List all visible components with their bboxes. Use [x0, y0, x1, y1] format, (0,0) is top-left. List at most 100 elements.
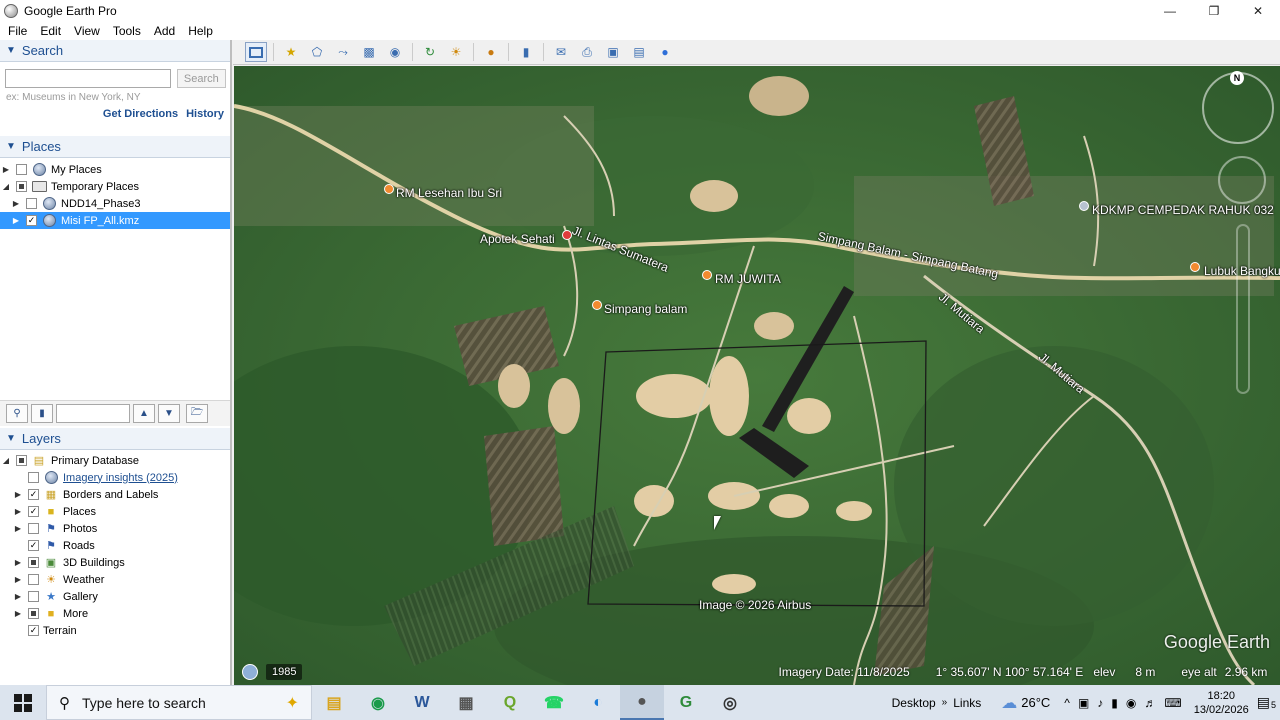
collapse-icon[interactable]: ◢	[0, 182, 12, 191]
expand-icon[interactable]: ▶	[12, 575, 24, 584]
expand-icon[interactable]: ▶	[12, 490, 24, 499]
view-in-maps-button[interactable]: ●	[654, 42, 676, 62]
save-image-button[interactable]: ▣	[602, 42, 624, 62]
checkbox[interactable]	[28, 591, 39, 602]
close-button[interactable]: ✕	[1236, 0, 1280, 22]
historical-year-badge[interactable]: 1985	[266, 664, 303, 680]
checkbox[interactable]	[16, 164, 27, 175]
place-poi-icon[interactable]	[1190, 262, 1200, 272]
tray-expand-icon[interactable]: ^	[1064, 696, 1070, 710]
clock[interactable]: 18:20 13/02/2026	[1194, 689, 1249, 717]
places-filter-input[interactable]	[56, 404, 130, 423]
move-up-button[interactable]: ▲	[133, 404, 155, 423]
sidebar-toggle-button[interactable]	[245, 42, 267, 62]
qgis-icon[interactable]: Q	[488, 685, 532, 720]
checkbox[interactable]	[26, 198, 37, 209]
menu-help[interactable]: Help	[183, 24, 218, 38]
desktop-toolbar[interactable]: Desktop	[892, 696, 936, 710]
restaurant-poi-icon[interactable]	[384, 184, 394, 194]
toggle-panel-button[interactable]: ▮	[31, 404, 53, 423]
print-button[interactable]: ⎙	[576, 42, 598, 62]
expand-icon[interactable]: ▶	[10, 216, 22, 225]
get-directions-link[interactable]: Get Directions	[103, 108, 178, 128]
tray-app-icon[interactable]: ▣	[1078, 696, 1089, 710]
checkbox[interactable]	[28, 523, 39, 534]
expand-icon[interactable]: ▶	[12, 507, 24, 516]
pharmacy-poi-icon[interactable]	[562, 230, 572, 240]
menu-view[interactable]: View	[69, 24, 105, 38]
keyboard-icon[interactable]: ⌨	[1164, 696, 1181, 710]
place-poi-icon[interactable]	[592, 300, 602, 310]
layer-item-gallery[interactable]: ▶ ★ Gallery	[0, 588, 230, 605]
notification-icon[interactable]: ▤ 5	[1257, 694, 1276, 711]
layer-item-3d-buildings[interactable]: ▶ ▣ 3D Buildings	[0, 554, 230, 571]
microphone-icon[interactable]: ♪	[1097, 696, 1103, 710]
history-link[interactable]: History	[186, 108, 224, 128]
checkbox-checked[interactable]: ✓	[28, 506, 39, 517]
layer-item-roads[interactable]: ✓ ⚑ Roads	[0, 537, 230, 554]
volume-icon[interactable]: ♬	[1144, 696, 1156, 710]
layer-item-imagery-insights[interactable]: Imagery insights (2025)	[0, 469, 230, 486]
imagery-insights-link[interactable]: Imagery insights (2025)	[63, 472, 178, 484]
layer-item-weather[interactable]: ▶ ☀ Weather	[0, 571, 230, 588]
google-earth-taskbar-icon[interactable]: ●	[620, 685, 664, 720]
layer-item-photos[interactable]: ▶ ⚑ Photos	[0, 520, 230, 537]
expand-icon[interactable]: ▶	[12, 609, 24, 618]
menu-tools[interactable]: Tools	[108, 24, 146, 38]
layer-item-primary-database[interactable]: ◢ ▤ Primary Database	[0, 452, 230, 469]
file-explorer-icon[interactable]: ▤	[312, 685, 356, 720]
expand-icon[interactable]: ▶	[12, 524, 24, 533]
map-label-rm-lesehan[interactable]: RM Lesehan Ibu Sri	[396, 186, 502, 200]
search-button[interactable]: Search	[176, 69, 226, 88]
battery-icon[interactable]: ▮	[1111, 696, 1118, 710]
layer-item-more[interactable]: ▶ ■ More	[0, 605, 230, 622]
expand-icon[interactable]: ▶	[0, 165, 12, 174]
layer-item-places[interactable]: ▶ ✓ ■ Places	[0, 503, 230, 520]
checkbox-checked[interactable]: ✓	[28, 489, 39, 500]
checkbox[interactable]	[28, 574, 39, 585]
edge-icon[interactable]: ◐	[576, 685, 620, 720]
screen-recorder-icon[interactable]: ◎	[708, 685, 752, 720]
layers-panel-header[interactable]: ▼ Layers	[0, 428, 230, 450]
folder-menu-button[interactable]: 🗁	[186, 404, 208, 423]
place-item-misi-fp[interactable]: ▶ ✓ Misi FP_All.kmz	[0, 212, 230, 229]
copilot-sparkle-icon[interactable]: ✦	[286, 693, 299, 713]
place-item-my-places[interactable]: ▶ My Places	[0, 161, 230, 178]
expand-icon[interactable]: ▶	[12, 592, 24, 601]
zoom-slider[interactable]	[1236, 224, 1250, 394]
layer-item-borders[interactable]: ▶ ✓ ▦ Borders and Labels	[0, 486, 230, 503]
add-path-button[interactable]: ⤳	[332, 42, 354, 62]
toolbar-overflow-icon[interactable]: »	[942, 697, 948, 708]
checkbox[interactable]	[28, 608, 39, 619]
search-panel-header[interactable]: ▼ Search	[0, 40, 230, 62]
pin-poi-icon[interactable]	[1079, 201, 1089, 211]
record-tour-button[interactable]: ◉	[384, 42, 406, 62]
move-down-button[interactable]: ▼	[158, 404, 180, 423]
email-button[interactable]: ✉	[550, 42, 572, 62]
menu-add[interactable]: Add	[149, 24, 180, 38]
compass-north-icon[interactable]: N	[1230, 71, 1244, 85]
place-item-ndd14[interactable]: ▶ NDD14_Phase3	[0, 195, 230, 212]
map-label-rm-juwita[interactable]: RM JUWITA	[715, 272, 781, 286]
add-polygon-button[interactable]: ⬠	[306, 42, 328, 62]
map-label-kdkmp[interactable]: KDKMP CEMPEDAK RAHUK 032	[1092, 203, 1274, 217]
checkbox[interactable]	[28, 472, 39, 483]
word-icon[interactable]: W	[400, 685, 444, 720]
search-input[interactable]	[5, 69, 171, 88]
minimize-button[interactable]: —	[1148, 0, 1192, 22]
add-overlay-button[interactable]: ▩	[358, 42, 380, 62]
google-earth-2-icon[interactable]: G	[664, 685, 708, 720]
menu-edit[interactable]: Edit	[35, 24, 66, 38]
collapse-icon[interactable]: ◢	[0, 456, 12, 465]
add-placemark-button[interactable]: ★	[280, 42, 302, 62]
start-button[interactable]	[0, 685, 46, 720]
weather-cloud-icon[interactable]: ☁	[1001, 693, 1017, 713]
ruler-button[interactable]: ▮	[515, 42, 537, 62]
checkbox[interactable]	[28, 557, 39, 568]
checkbox[interactable]	[16, 455, 27, 466]
checkbox-checked[interactable]: ✓	[28, 540, 39, 551]
layer-item-terrain[interactable]: ✓ Terrain	[0, 622, 230, 639]
restore-button[interactable]: ❐	[1192, 0, 1236, 22]
switch-planet-button[interactable]: ●	[480, 42, 502, 62]
historical-imagery-icon[interactable]	[242, 664, 258, 680]
